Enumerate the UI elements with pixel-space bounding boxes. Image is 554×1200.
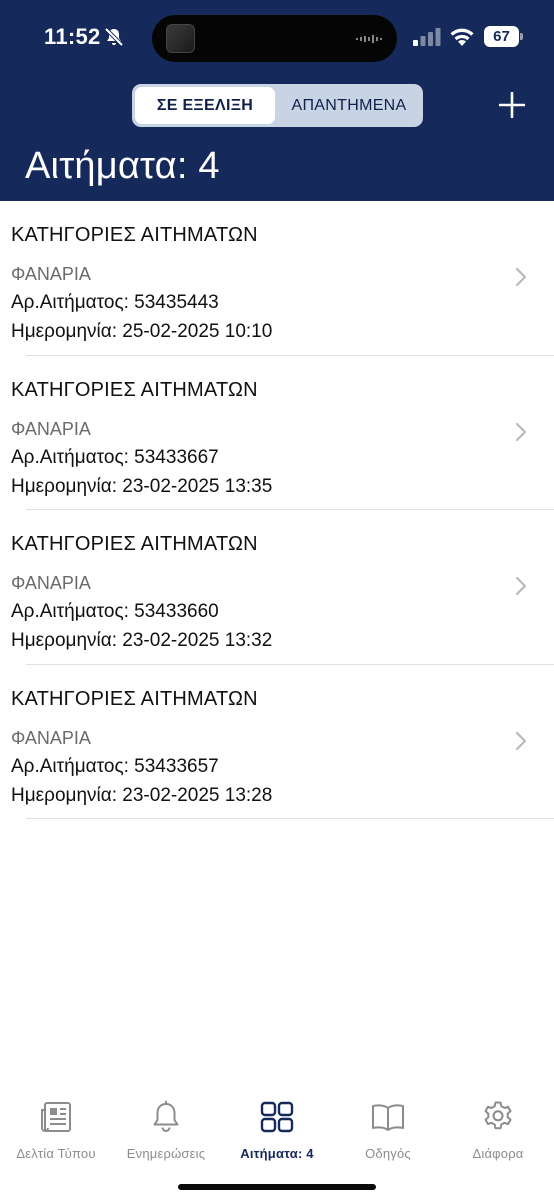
audio-wave-icon xyxy=(356,35,382,43)
segment-answered[interactable]: ΑΠΑΝΤΗΜΕΝΑ xyxy=(278,87,420,124)
chevron-right-icon xyxy=(515,731,527,750)
request-date: Ημερομηνία: 23-02-2025 13:28 xyxy=(11,784,273,806)
tab-label: Δελτία Τύπου xyxy=(16,1146,96,1161)
segment-in-progress[interactable]: ΣΕ ΕΞΕΛΙΞΗ xyxy=(135,87,275,124)
request-date: Ημερομηνία: 23-02-2025 13:32 xyxy=(11,630,273,651)
now-playing-thumbnail xyxy=(166,24,195,53)
cellular-signal-icon xyxy=(413,28,441,46)
request-category: ΚΑΤΗΓΟΡΙΕΣ ΑΙΤΗΜΑΤΩΝ xyxy=(11,224,258,246)
request-number: Αρ.Αιτήματος: 53433660 xyxy=(11,601,219,622)
tab-misc[interactable]: Διάφορα xyxy=(443,1098,553,1168)
newspaper-icon xyxy=(41,1102,71,1132)
request-subcategory: ΦΑΝΑΡΙΑ xyxy=(11,727,91,748)
wifi-icon xyxy=(450,28,474,46)
request-item[interactable]: ΚΑΤΗΓΟΡΙΕΣ ΑΙΤΗΜΑΤΩΝ ΦΑΝΑΡΙΑ Αρ.Αιτήματο… xyxy=(0,201,554,356)
grid-icon xyxy=(260,1101,294,1133)
status-time: 11:52 xyxy=(44,24,101,49)
tab-label: Διάφορα xyxy=(472,1146,524,1161)
battery-cap xyxy=(520,33,523,40)
request-number: Αρ.Αιτήματος: 53435443 xyxy=(11,292,219,313)
tab-label: Αιτήματα: 4 xyxy=(240,1146,314,1161)
chevron-right-icon xyxy=(515,576,527,596)
tab-requests[interactable]: Αιτήματα: 4 xyxy=(222,1098,332,1168)
home-indicator[interactable] xyxy=(178,1184,376,1190)
tab-label: Ενημερώσεις xyxy=(126,1146,206,1161)
status-segmented-control: ΣΕ ΕΞΕΛΙΞΗ ΑΠΑΝΤΗΜΕΝΑ xyxy=(132,84,423,127)
request-subcategory: ΦΑΝΑΡΙΑ xyxy=(11,573,91,593)
chevron-right-icon xyxy=(515,422,527,441)
request-item[interactable]: ΚΑΤΗΓΟΡΙΕΣ ΑΙΤΗΜΑΤΩΝ ΦΑΝΑΡΙΑ Αρ.Αιτήματο… xyxy=(0,510,554,665)
request-item[interactable]: ΚΑΤΗΓΟΡΙΕΣ ΑΙΤΗΜΑΤΩΝ ΦΑΝΑΡΙΑ Αρ.Αιτήματο… xyxy=(0,356,554,510)
tab-label: Οδηγός xyxy=(365,1146,411,1161)
requests-list: ΚΑΤΗΓΟΡΙΕΣ ΑΙΤΗΜΑΤΩΝ ΦΑΝΑΡΙΑ Αρ.Αιτήματο… xyxy=(0,201,554,819)
request-number: Αρ.Αιτήματος: 53433667 xyxy=(11,446,219,468)
request-category: ΚΑΤΗΓΟΡΙΕΣ ΑΙΤΗΜΑΤΩΝ xyxy=(11,687,258,710)
plus-icon[interactable] xyxy=(499,92,525,118)
status-bar: 11:52 67 xyxy=(0,0,554,72)
request-date: Ημερομηνία: 23-02-2025 13:35 xyxy=(11,475,273,497)
page-title: Αιτήματα: 4 xyxy=(25,145,220,187)
request-date: Ημερομηνία: 25-02-2025 10:10 xyxy=(11,321,273,342)
request-category: ΚΑΤΗΓΟΡΙΕΣ ΑΙΤΗΜΑΤΩΝ xyxy=(11,533,258,555)
chevron-right-icon xyxy=(515,267,527,287)
bell-off-icon xyxy=(104,27,124,47)
bell-icon xyxy=(153,1100,179,1132)
tab-press-releases[interactable]: Δελτία Τύπου xyxy=(1,1098,111,1168)
battery-level: 67 xyxy=(484,26,519,47)
dynamic-island[interactable] xyxy=(152,15,397,62)
book-icon xyxy=(372,1104,404,1131)
gear-icon xyxy=(484,1101,512,1130)
request-number: Αρ.Αιτήματος: 53433657 xyxy=(11,755,219,777)
request-subcategory: ΦΑΝΑΡΙΑ xyxy=(11,264,91,284)
battery-indicator: 67 xyxy=(484,26,524,47)
tab-notifications[interactable]: Ενημερώσεις xyxy=(111,1098,221,1168)
request-category: ΚΑΤΗΓΟΡΙΕΣ ΑΙΤΗΜΑΤΩΝ xyxy=(11,378,258,401)
tab-guide[interactable]: Οδηγός xyxy=(333,1098,443,1168)
request-subcategory: ΦΑΝΑΡΙΑ xyxy=(11,418,91,439)
app-header: 11:52 67 ΣΕ ΕΞΕΛΙΞΗ ΑΠΑΝΤΗΜΕΝΑ Αιτήματα:… xyxy=(0,0,554,201)
row-divider xyxy=(26,818,554,819)
request-item[interactable]: ΚΑΤΗΓΟΡΙΕΣ ΑΙΤΗΜΑΤΩΝ ΦΑΝΑΡΙΑ Αρ.Αιτήματο… xyxy=(0,665,554,819)
